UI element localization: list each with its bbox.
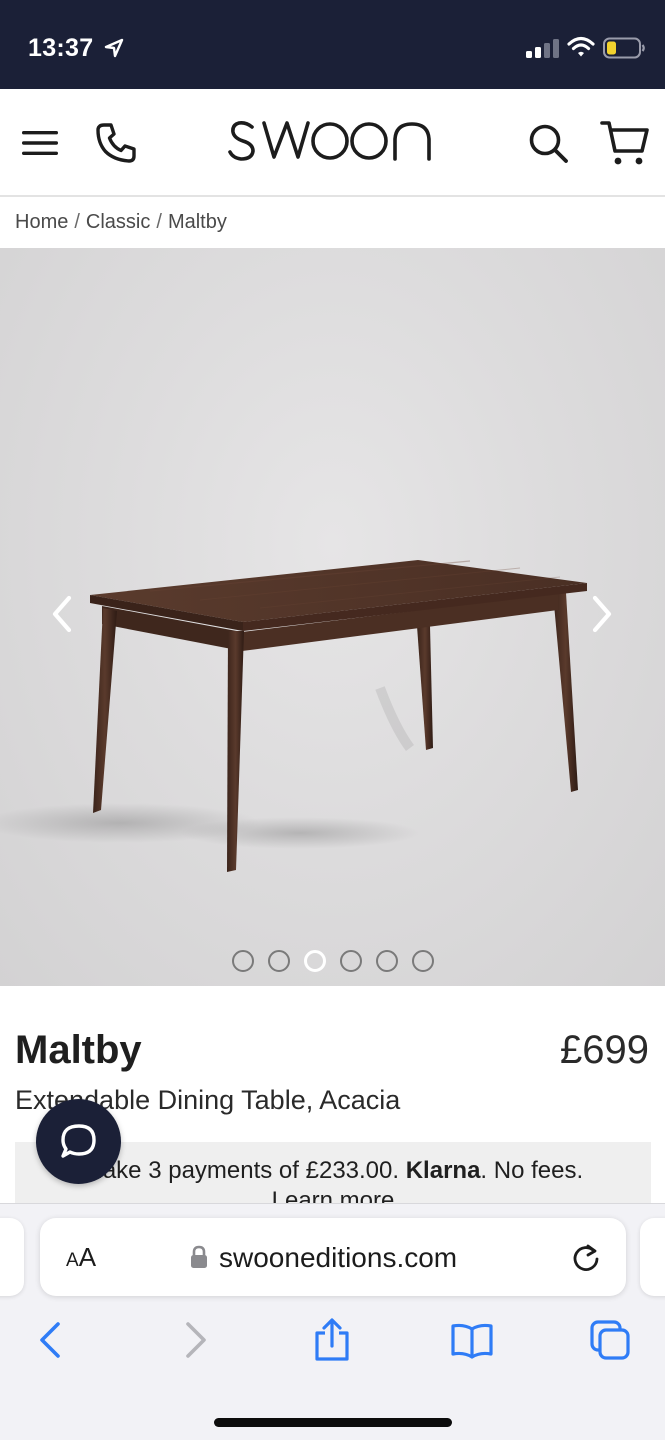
reload-icon[interactable]: [570, 1242, 602, 1274]
gallery-dot[interactable]: [267, 950, 290, 972]
gallery-dot[interactable]: [411, 950, 434, 972]
gallery-pagination: [0, 950, 665, 974]
chevron-left-icon[interactable]: [48, 594, 76, 634]
cart-icon[interactable]: [600, 119, 650, 167]
site-header: swoon: [0, 89, 665, 197]
previous-tab-peek[interactable]: [0, 1218, 24, 1296]
wifi-icon: [567, 36, 595, 57]
browser-toolbar: AA swooneditions.com: [0, 1203, 665, 1440]
url-text: swooneditions.com: [219, 1242, 458, 1273]
back-icon[interactable]: [30, 1318, 74, 1362]
product-name: Maltby: [15, 1028, 142, 1072]
home-indicator: [214, 1418, 452, 1427]
cellular-signal-icon: [526, 39, 559, 58]
product-price: £699: [560, 1028, 649, 1072]
product-image-table: [0, 560, 587, 872]
phone-icon[interactable]: [94, 121, 138, 165]
battery-low-icon: [603, 37, 645, 59]
aa-small: A: [66, 1250, 79, 1271]
next-tab-peek[interactable]: [640, 1218, 665, 1296]
lock-icon: [191, 1245, 207, 1268]
reader-aa-button[interactable]: AA: [66, 1242, 96, 1273]
gallery-dot[interactable]: [231, 950, 254, 972]
breadcrumb-separator: /: [156, 211, 162, 233]
status-time: 13:37: [28, 34, 94, 62]
klarna-text-before: Make 3 payments of £233.00.: [82, 1157, 406, 1184]
aa-large: A: [78, 1242, 97, 1272]
location-arrow-icon: [104, 38, 124, 58]
breadcrumb-separator: /: [74, 211, 80, 233]
forward-icon[interactable]: [172, 1318, 216, 1362]
breadcrumb: Home / Classic / Maltby: [15, 211, 227, 234]
product-gallery[interactable]: [0, 248, 665, 986]
breadcrumb-home[interactable]: Home: [15, 211, 68, 233]
menu-icon[interactable]: [20, 126, 60, 160]
status-bar: 13:37: [0, 0, 665, 89]
klarna-text-after: . No fees.: [480, 1157, 584, 1184]
search-icon[interactable]: [527, 122, 569, 164]
chat-button[interactable]: [36, 1099, 121, 1184]
address-bar[interactable]: AA swooneditions.com: [40, 1218, 626, 1296]
bookmarks-icon[interactable]: [450, 1318, 494, 1362]
share-icon[interactable]: [310, 1318, 354, 1362]
gallery-dot[interactable]: [339, 950, 362, 972]
tabs-icon[interactable]: [588, 1318, 632, 1362]
chevron-right-icon[interactable]: [588, 594, 616, 634]
breadcrumb-classic[interactable]: Classic: [86, 211, 150, 233]
breadcrumb-current: Maltby: [167, 211, 227, 233]
swoon-logo[interactable]: swoon: [226, 109, 440, 175]
chat-bubble-icon: [61, 1124, 96, 1158]
klarna-brand: Klarna: [405, 1157, 481, 1184]
gallery-dot-active[interactable]: [303, 950, 326, 972]
gallery-dot[interactable]: [375, 950, 398, 972]
